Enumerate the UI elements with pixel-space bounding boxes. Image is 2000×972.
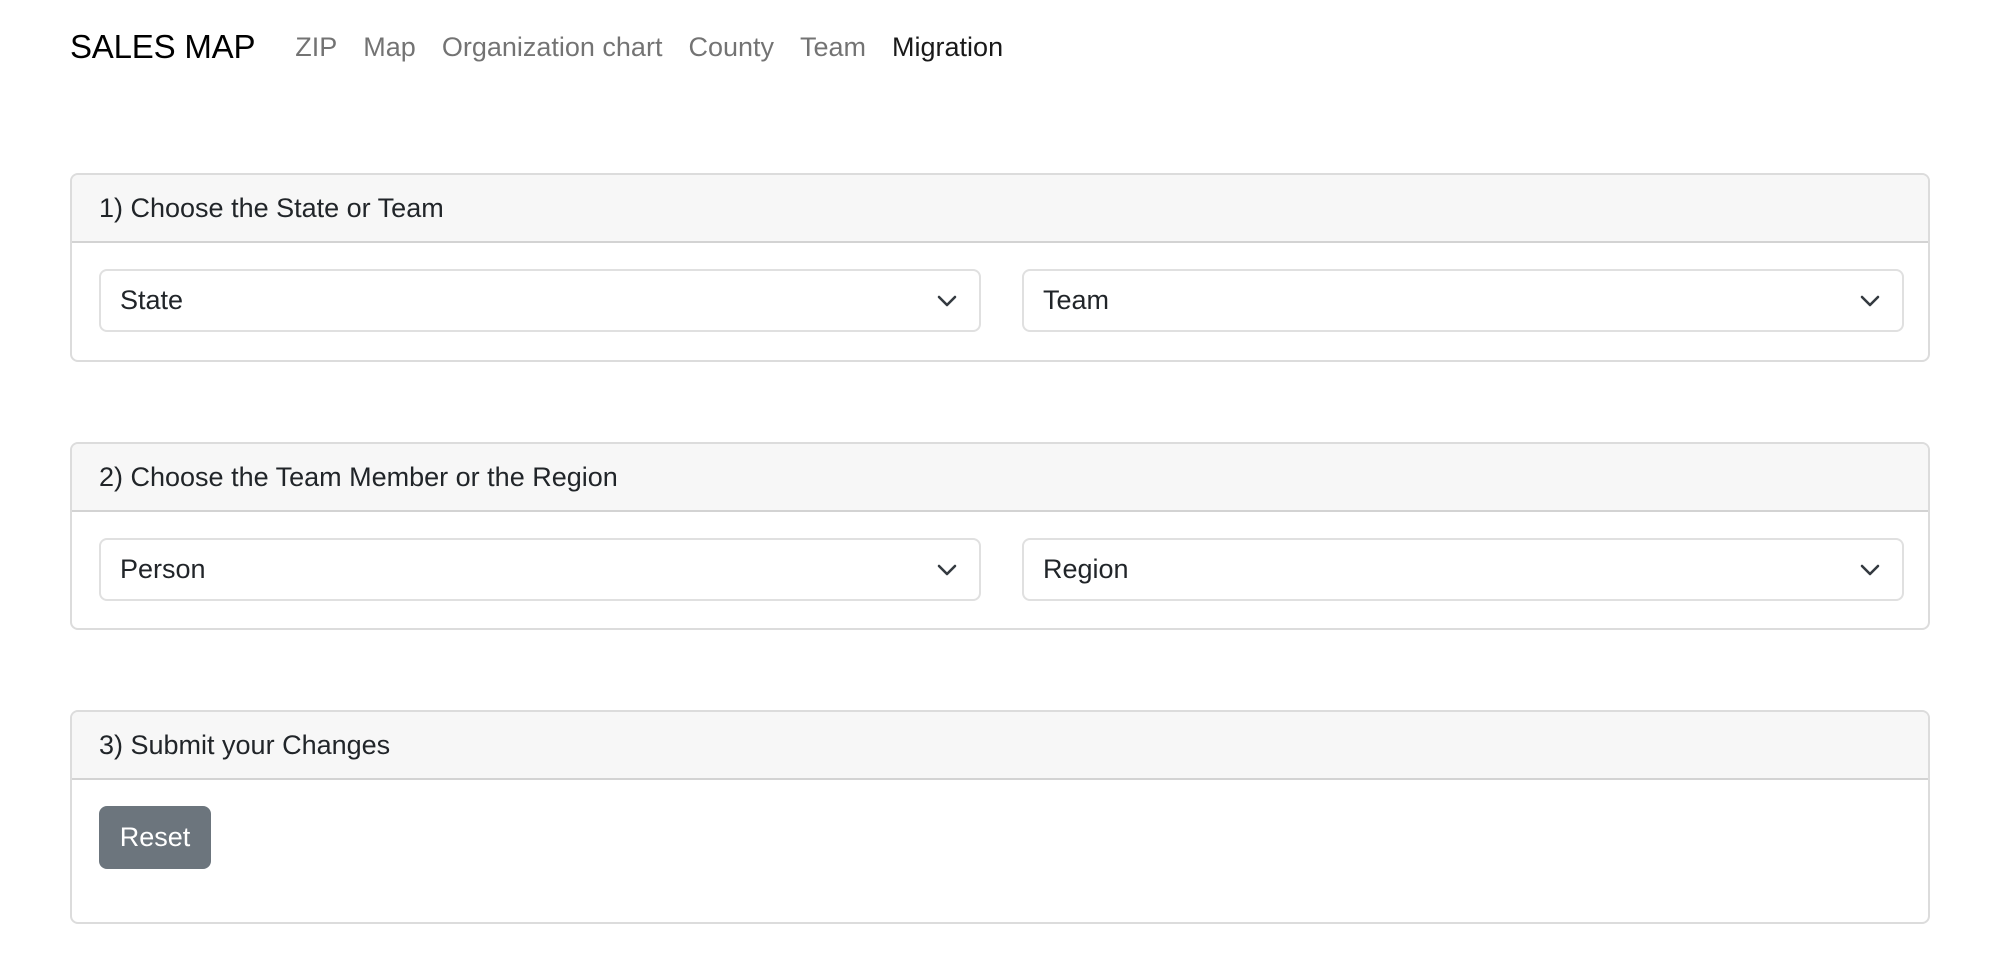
- chevron-down-icon: [937, 564, 957, 575]
- reset-button[interactable]: Reset: [99, 806, 211, 869]
- team-select[interactable]: Team: [1022, 269, 1904, 332]
- state-select-value: State: [120, 285, 184, 315]
- person-select[interactable]: Person: [99, 538, 981, 601]
- navbar: SALES MAP ZIP Map Organization chart Cou…: [70, 22, 1029, 72]
- step1-card: 1) Choose the State or Team State Team: [70, 173, 1930, 362]
- chevron-down-icon: [1860, 295, 1880, 306]
- nav-link-organization-chart[interactable]: Organization chart: [442, 32, 663, 63]
- nav-link-map[interactable]: Map: [363, 32, 416, 63]
- state-select[interactable]: State: [99, 269, 981, 332]
- nav-link-county[interactable]: County: [688, 32, 774, 63]
- region-select-value: Region: [1043, 554, 1129, 584]
- step1-header: 1) Choose the State or Team: [72, 175, 1928, 243]
- step3-header: 3) Submit your Changes: [72, 712, 1928, 780]
- step2-header: 2) Choose the Team Member or the Region: [72, 444, 1928, 512]
- nav-link-zip[interactable]: ZIP: [295, 32, 337, 63]
- chevron-down-icon: [1860, 564, 1880, 575]
- nav-links: ZIP Map Organization chart County Team M…: [295, 32, 1029, 63]
- team-select-value: Team: [1043, 285, 1110, 315]
- nav-link-team[interactable]: Team: [800, 32, 866, 63]
- person-select-value: Person: [120, 554, 206, 584]
- step3-card: 3) Submit your Changes Reset: [70, 710, 1930, 924]
- step2-card: 2) Choose the Team Member or the Region …: [70, 442, 1930, 630]
- region-select[interactable]: Region: [1022, 538, 1904, 601]
- nav-link-migration[interactable]: Migration: [892, 32, 1003, 63]
- brand-link[interactable]: SALES MAP: [70, 28, 255, 66]
- chevron-down-icon: [937, 295, 957, 306]
